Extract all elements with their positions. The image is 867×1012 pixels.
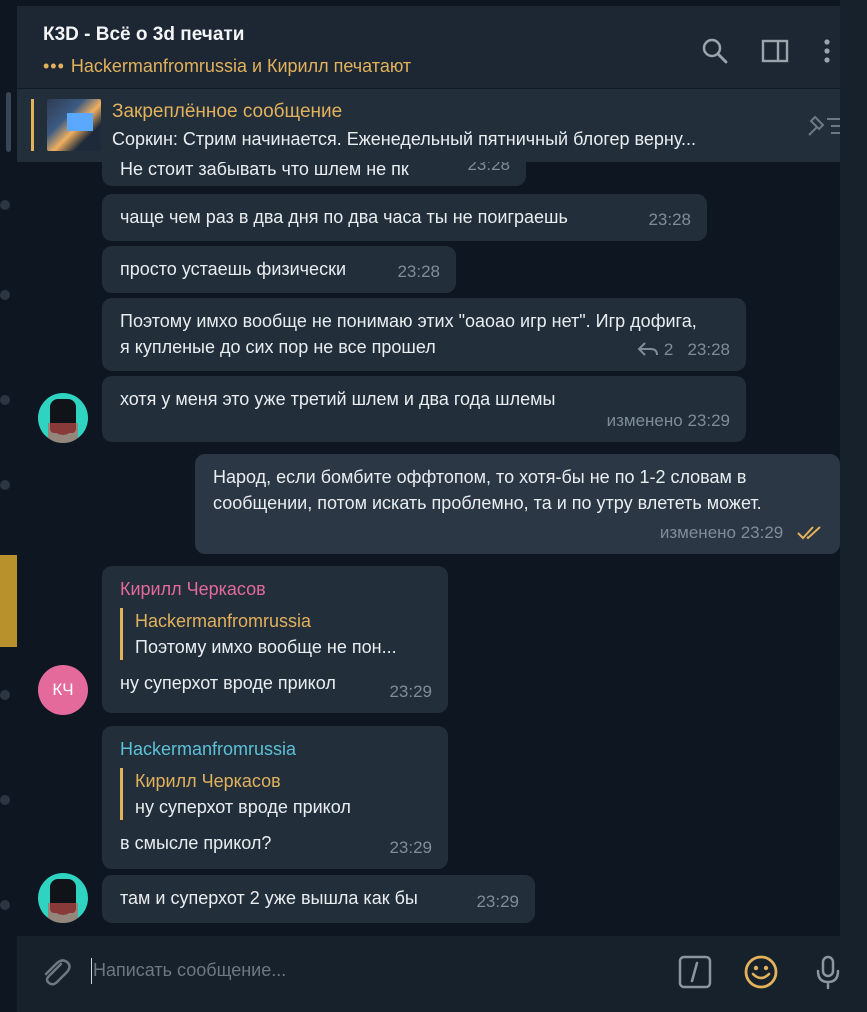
quote-text: Поэтому имхо вообще не пон... — [135, 637, 397, 657]
message-time: 23:29 — [476, 892, 519, 911]
microphone-icon[interactable] — [810, 954, 846, 990]
search-icon[interactable] — [700, 36, 730, 66]
chat-list-dot — [0, 690, 10, 700]
message-time: изменено 23:29 — [606, 411, 730, 430]
message-bubble[interactable]: Кирилл Черкасов Hackermanfromrussia Поэт… — [102, 566, 448, 713]
sender-name[interactable]: Кирилл Черкасов — [120, 576, 430, 602]
avatar[interactable] — [38, 393, 88, 443]
message-time: 23:29 — [389, 682, 432, 701]
message-bubble[interactable]: там и суперхот 2 уже вышла как бы 23:29 — [102, 875, 535, 923]
commands-icon[interactable] — [677, 954, 713, 990]
message-text: просто устаешь физически — [120, 259, 346, 279]
pinned-thumbnail — [47, 99, 101, 151]
left-panel-strip — [0, 0, 17, 1012]
chat-title[interactable]: К3D - Всё о 3d печати — [43, 24, 244, 46]
message-bubble[interactable]: Hackermanfromrussia Кирилл Черкасов ну с… — [102, 726, 448, 869]
sender-name[interactable]: Hackermanfromrussia — [120, 736, 430, 762]
reply-count[interactable]: 2 — [664, 340, 673, 359]
more-icon[interactable] — [812, 36, 842, 66]
outgoing-message-bubble[interactable]: Народ, если бомбите оффтопом, то хотя-бы… — [195, 454, 840, 554]
chat-list-dot — [0, 200, 10, 210]
message-bubble[interactable]: хотя у меня это уже третий шлем и два го… — [102, 376, 746, 442]
double-check-icon — [797, 526, 821, 540]
message-time: 23:28 — [397, 262, 440, 281]
typing-dots: ••• — [43, 56, 65, 76]
message-list[interactable]: Не стоит забывать что шлем не пк 23:28 ч… — [17, 162, 840, 936]
quote-author: Hackermanfromrussia — [135, 611, 312, 631]
quote-text: ну суперхот вроде прикол — [135, 797, 351, 817]
message-text: чаще чем раз в два дня по два часа ты не… — [120, 207, 568, 227]
message-time: 23:28 — [687, 340, 730, 359]
message-bubble[interactable]: Не стоит забывать что шлем не пк 23:28 — [102, 162, 526, 186]
message-text: Народ, если бомбите оффтопом, то хотя-бы… — [213, 467, 762, 513]
message-time: 23:28 — [648, 210, 691, 229]
active-chat-indicator — [0, 555, 17, 647]
message-text: ну суперхот вроде прикол — [120, 673, 336, 693]
reply-icon[interactable] — [637, 341, 659, 357]
text-caret — [91, 958, 92, 984]
message-meta: изменено 23:29 — [660, 520, 824, 546]
reply-quote[interactable]: Hackermanfromrussia Поэтому имхо вообще … — [120, 608, 430, 660]
scrollbar-thumb[interactable] — [6, 92, 11, 152]
pinned-title: Закреплённое сообщение — [112, 101, 343, 122]
chat-header: К3D - Всё о 3d печати ••• Hackermanfromru… — [17, 0, 867, 88]
message-bubble[interactable]: чаще чем раз в два дня по два часа ты не… — [102, 194, 707, 241]
message-text: Не стоит забывать что шлем не пк — [120, 162, 409, 179]
attach-icon[interactable] — [37, 954, 73, 990]
pinned-text: Соркин: Стрим начинается. Еженедельный п… — [112, 129, 697, 149]
message-composer: Написать сообщение... — [17, 936, 840, 1012]
pinned-message-bar[interactable]: Закреплённое сообщение Соркин: Стрим нач… — [17, 88, 867, 163]
message-bubble[interactable]: Поэтому имхо вообще не понимаю этих "оао… — [102, 298, 746, 371]
message-time: изменено 23:29 — [659, 523, 784, 542]
typing-text: Hackermanfromrussia и Кирилл печатают — [70, 56, 412, 76]
message-text: Поэтому имхо вообще не понимаю этих "оао… — [120, 311, 697, 357]
message-meta: 2 23:28 — [637, 337, 730, 363]
avatar[interactable]: КЧ — [38, 665, 88, 715]
pinned-accent-bar — [31, 99, 34, 151]
chat-list-dot — [0, 795, 10, 805]
message-input[interactable]: Написать сообщение... — [93, 960, 286, 981]
message-text: в смысле прикол? — [120, 833, 272, 853]
emoji-icon[interactable] — [743, 954, 779, 990]
reply-quote[interactable]: Кирилл Черкасов ну суперхот вроде прикол — [120, 768, 430, 820]
message-time: 23:28 — [467, 162, 510, 174]
message-text: там и суперхот 2 уже вышла как бы — [120, 888, 418, 908]
sidebar-icon[interactable] — [760, 36, 790, 66]
chat-list-dot — [0, 900, 10, 910]
right-scroll-gutter[interactable] — [840, 0, 867, 1012]
quote-author: Кирилл Черкасов — [135, 771, 281, 791]
message-time: 23:29 — [389, 838, 432, 857]
avatar[interactable] — [38, 873, 88, 923]
typing-status: ••• Hackermanfromrussia и Кирилл печатают — [43, 56, 411, 77]
chat-list-dot — [0, 480, 10, 490]
message-bubble[interactable]: просто устаешь физически 23:28 — [102, 246, 456, 293]
chat-list-dot — [0, 290, 10, 300]
chat-list-dot — [0, 395, 10, 405]
